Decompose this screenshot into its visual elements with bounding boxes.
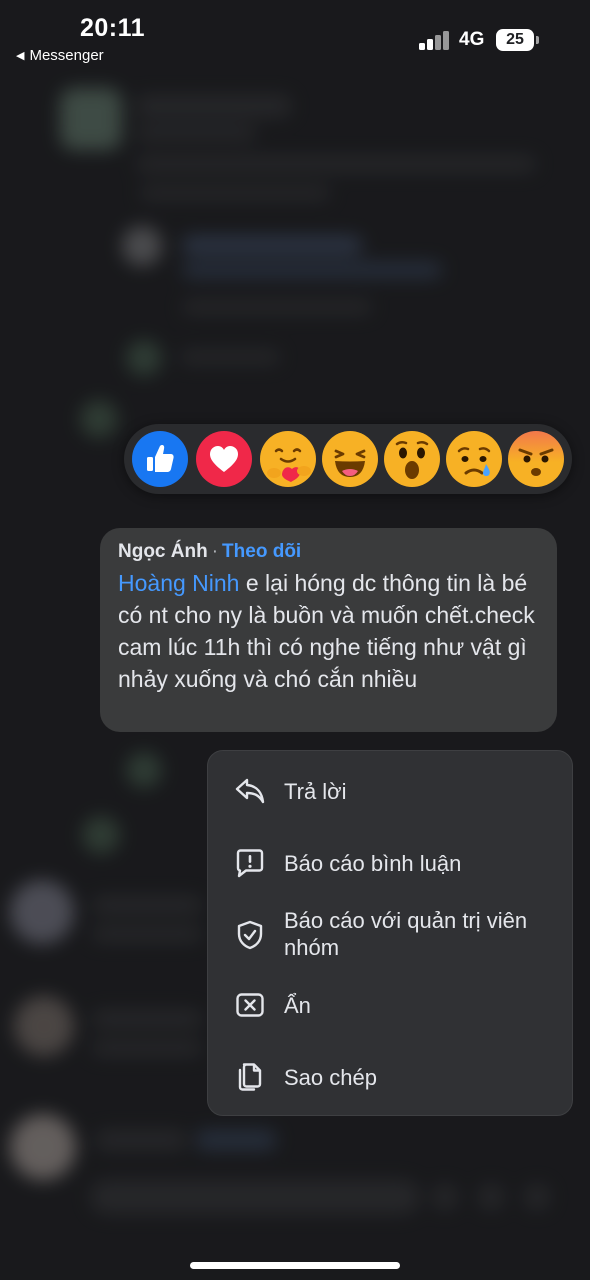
follow-link[interactable]: Theo dõi — [222, 541, 301, 562]
separator-dot: · — [211, 541, 219, 562]
cellular-signal-icon — [419, 30, 451, 50]
reaction-sad[interactable] — [446, 431, 502, 487]
back-to-messenger-link[interactable]: ◀ Messenger — [16, 47, 104, 64]
menu-item-report-to-admins[interactable]: Báo cáo với quản trị viên nhóm — [208, 907, 572, 963]
status-time: 20:11 — [80, 14, 146, 42]
comment-action-menu: Trả lời Báo cáo bình luận Báo cáo với qu… — [207, 750, 573, 1116]
menu-item-label: Sao chép — [284, 1064, 377, 1090]
back-triangle-icon: ◀ — [16, 50, 25, 62]
battery-level: 25 — [496, 29, 534, 51]
copy-icon — [234, 1061, 266, 1093]
comment-text: Hoàng Ninh e lại hóng dc thông tin là bé… — [118, 567, 539, 695]
angry-face-icon — [508, 431, 564, 487]
thumbs-up-icon — [132, 431, 188, 487]
hide-x-icon — [234, 989, 266, 1021]
comment-author[interactable]: Ngọc Ánh — [118, 541, 208, 562]
surprised-face-icon — [384, 431, 440, 487]
menu-item-label: Ẩn — [284, 992, 311, 1018]
home-indicator[interactable] — [190, 1262, 400, 1269]
comment-header: Ngọc Ánh · Theo dõi — [118, 540, 539, 564]
reply-arrow-icon — [234, 775, 266, 807]
mention-link[interactable]: Hoàng Ninh — [118, 570, 239, 596]
reaction-bar — [124, 424, 572, 494]
network-type: 4G — [459, 29, 485, 50]
reaction-wow[interactable] — [384, 431, 440, 487]
menu-item-label: Báo cáo với quản trị viên nhóm — [284, 908, 528, 960]
crying-face-icon — [446, 431, 502, 487]
menu-item-label: Báo cáo bình luận — [284, 850, 462, 876]
reaction-angry[interactable] — [508, 431, 564, 487]
menu-item-copy[interactable]: Sao chép — [208, 1059, 572, 1095]
reaction-haha[interactable] — [322, 431, 378, 487]
menu-item-label: Trả lời — [284, 778, 347, 804]
reaction-care[interactable] — [260, 431, 316, 487]
battery-tip — [536, 36, 539, 44]
shield-check-icon — [234, 919, 266, 951]
hug-face-icon — [260, 431, 316, 487]
reaction-love[interactable] — [196, 431, 252, 487]
reaction-like[interactable] — [132, 431, 188, 487]
menu-item-hide[interactable]: Ẩn — [208, 987, 572, 1023]
menu-item-report-comment[interactable]: Báo cáo bình luận — [208, 845, 572, 881]
laughing-face-icon — [322, 431, 378, 487]
menu-item-reply[interactable]: Trả lời — [208, 773, 572, 809]
back-app-label: Messenger — [29, 47, 104, 64]
heart-icon — [196, 431, 252, 487]
comment-bubble[interactable]: Ngọc Ánh · Theo dõi Hoàng Ninh e lại hóng … — [100, 528, 557, 732]
report-comment-icon — [234, 847, 266, 879]
